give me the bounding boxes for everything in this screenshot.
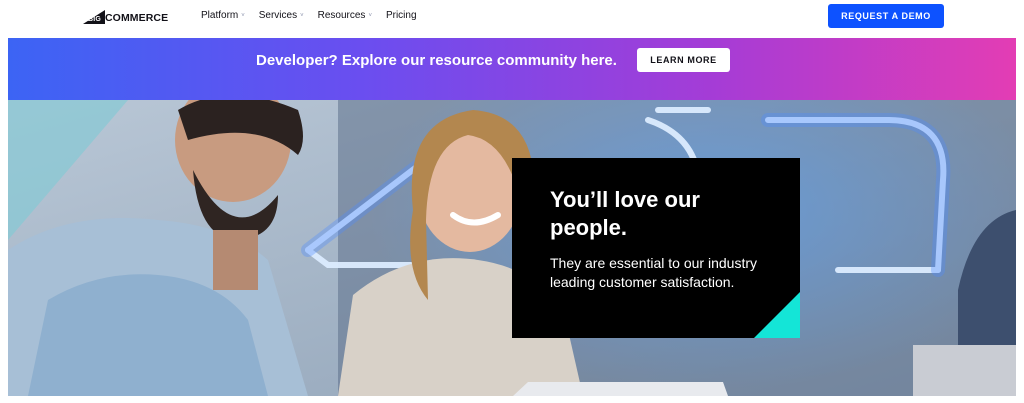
- nav-item-resources[interactable]: Resources ˅: [318, 10, 372, 21]
- bigcommerce-logo[interactable]: BIG COMMERCE: [83, 9, 168, 25]
- chevron-down-icon: ˅: [368, 13, 372, 19]
- learn-more-button[interactable]: LEARN MORE: [637, 48, 730, 72]
- nav-label: Platform: [201, 10, 239, 21]
- main-nav: Platform ˅ Services ˅ Resources ˅ Pricin…: [201, 10, 431, 21]
- nav-label: Resources: [317, 10, 366, 21]
- nav-item-platform[interactable]: Platform ˅: [201, 10, 245, 21]
- nav-item-pricing[interactable]: Pricing: [386, 10, 417, 21]
- hero-card: You’ll love our people. They are essenti…: [512, 158, 800, 338]
- hero-card-body: They are essential to our industry leadi…: [550, 255, 757, 290]
- site-header: BIG COMMERCE Platform ˅ Services ˅ Resou…: [0, 0, 1024, 36]
- card-accent-corner: [754, 292, 800, 338]
- hero-section: You’ll love our people. They are essenti…: [8, 100, 1016, 396]
- banner-text: Developer? Explore our resource communit…: [256, 52, 617, 69]
- logo-wordmark: COMMERCE: [105, 12, 169, 24]
- nav-label: Pricing: [385, 10, 417, 21]
- chevron-down-icon: ˅: [300, 13, 304, 19]
- nav-item-services[interactable]: Services ˅: [259, 10, 304, 21]
- nav-label: Services: [258, 10, 298, 21]
- hero-card-title: You’ll love our people.: [550, 187, 700, 240]
- chevron-down-icon: ˅: [241, 13, 245, 19]
- request-demo-button[interactable]: REQUEST A DEMO: [828, 4, 944, 28]
- logo-mark-text: BIG: [88, 16, 102, 23]
- logo-mark: BIG: [83, 10, 105, 24]
- developer-banner: Developer? Explore our resource communit…: [8, 38, 1016, 100]
